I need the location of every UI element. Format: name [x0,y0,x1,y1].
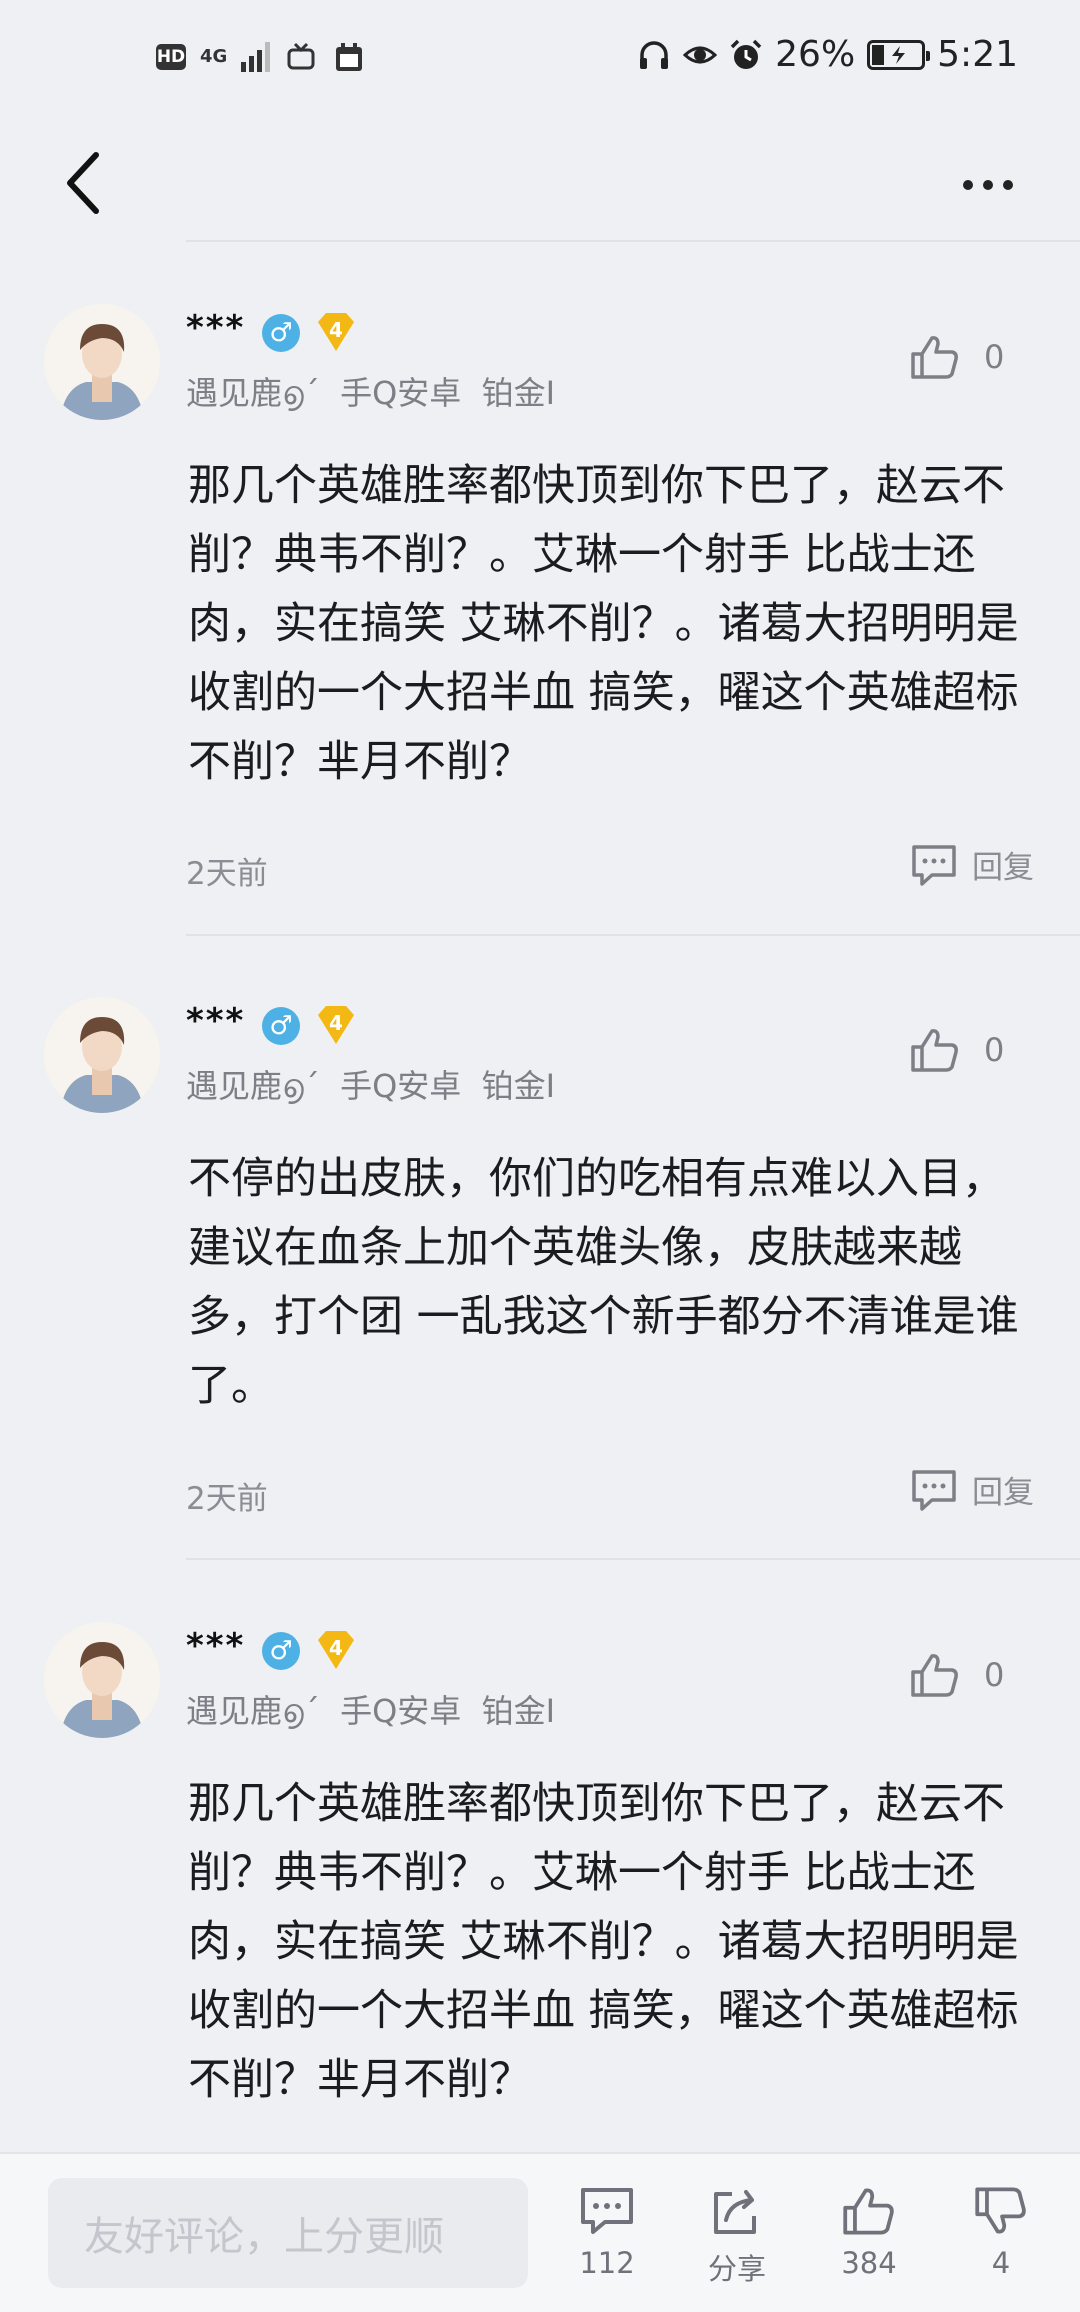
network-type: 4G [200,46,228,67]
male-icon: ♂ [262,1632,300,1670]
headphones-icon [640,40,669,69]
comment-bubble-icon [581,2188,633,2234]
more-dots-icon [963,180,973,190]
comment-text: 不停的出皮肤，你们的吃相有点难以入目，建议在血条上加个英雄头像，皮肤越来越多，打… [188,1154,1019,1411]
eye-icon [683,46,718,63]
comment-time: 2天前 [186,856,268,892]
svg-text:4: 4 [329,1636,343,1660]
user-name[interactable]: *** [186,1001,245,1041]
level-diamond-icon: 4 [312,1628,360,1672]
like-button[interactable]: 0 [910,1652,1004,1698]
thumbs-up-icon [911,1029,958,1072]
like-button[interactable]: 0 [910,334,1004,380]
user-meta: 遇见鹿൭´ 手Q安卓 铂金I [186,1067,556,1105]
comment-bubble-icon [912,844,956,886]
chevron-left-icon [67,152,99,214]
level-diamond-icon: 4 [312,1003,360,1047]
divider [186,1558,1080,1560]
thumbs-down-icon [975,2187,1026,2234]
avatar[interactable] [44,997,160,1113]
user-name[interactable]: *** [186,308,245,348]
avatar[interactable] [44,1622,160,1738]
comments-count: 112 [579,2246,635,2280]
male-icon: ♂ [262,314,300,352]
battery-percent: 26% [775,34,856,75]
reply-button[interactable]: 回复 [910,842,1034,887]
thumbs-up-icon [843,2188,894,2235]
divider [186,240,1080,242]
alarm-icon [730,39,762,69]
like-button[interactable]: 0 [910,1027,1004,1073]
more-options-button[interactable] [948,150,1028,220]
dislikes-count: 4 [991,2246,1011,2280]
thumbs-up-icon [911,336,958,379]
reply-label: 回复 [972,1475,1034,1511]
signal-icon [241,42,271,72]
share-icon [714,2190,756,2234]
comment-time: 2天前 [186,1481,268,1517]
likes-count: 384 [841,2246,897,2280]
like-count: 0 [984,338,1005,376]
battery-icon [867,39,931,70]
bottom-action-bar: 友好评论，上分更顺 112 分享 384 4 [0,2152,1080,2312]
comments-button[interactable]: 112 [552,2186,662,2280]
divider [186,934,1080,936]
avatar[interactable] [44,304,160,420]
thumbs-up-icon [911,1654,958,1697]
share-label: 分享 [707,2252,766,2286]
calendar-icon [336,43,363,71]
dislike-post-button[interactable]: 4 [946,2186,1056,2280]
user-name[interactable]: *** [186,1626,245,1666]
level-diamond-icon: 4 [312,310,360,354]
comment-bubble-icon [912,1469,956,1511]
back-button[interactable] [52,138,112,228]
svg-text:4: 4 [329,1011,343,1035]
comment-input[interactable]: 友好评论，上分更顺 [48,2178,528,2288]
comment-text: 那几个英雄胜率都快顶到你下巴了，赵云不削？典韦不削？。艾琳一个射手 比战士还肉，… [188,461,1019,787]
svg-text:4: 4 [329,318,343,342]
male-icon: ♂ [262,1007,300,1045]
share-button[interactable]: 分享 [682,2186,792,2288]
user-meta: 遇见鹿൭´ 手Q安卓 铂金I [186,1692,556,1730]
status-bar: HD 4G 26% 5:21 [0,0,1080,126]
clock-time: 5:21 [937,34,1018,75]
reply-button[interactable]: 回复 [910,1467,1034,1512]
user-meta: 遇见鹿൭´ 手Q安卓 铂金I [186,374,556,412]
top-nav [0,126,1080,242]
hd-icon: HD [156,44,186,70]
tv-icon [287,42,315,70]
comment-text: 那几个英雄胜率都快顶到你下巴了，赵云不削？典韦不削？。艾琳一个射手 比战士还肉，… [188,1779,1019,2105]
like-count: 0 [984,1656,1005,1694]
like-count: 0 [984,1031,1005,1069]
reply-label: 回复 [972,850,1034,886]
like-post-button[interactable]: 384 [814,2186,924,2280]
